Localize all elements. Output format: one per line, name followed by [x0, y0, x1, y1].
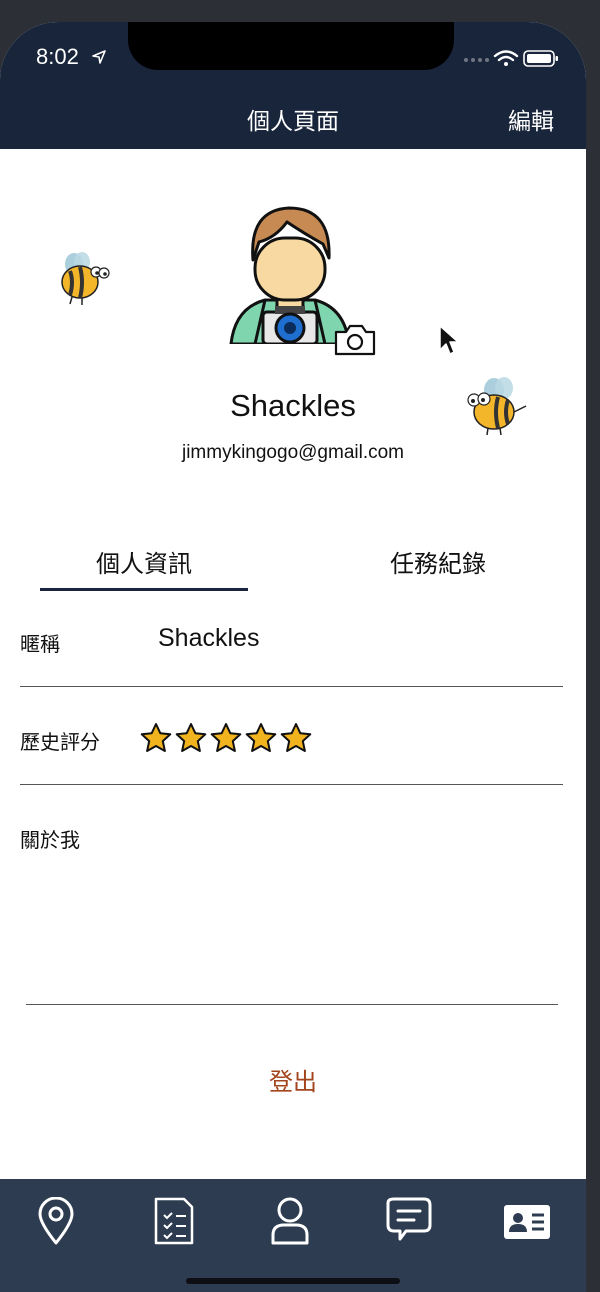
nav-header: 8:02 個人頁面 編輯: [0, 22, 586, 149]
location-arrow-icon: [92, 50, 106, 64]
logout-button[interactable]: 登出: [0, 1062, 586, 1097]
profile-name: Shackles: [230, 388, 356, 423]
star-icon: [210, 723, 242, 752]
bottom-tab-bar: [0, 1179, 586, 1292]
id-card-icon[interactable]: [496, 1197, 556, 1245]
divider: [20, 784, 563, 785]
chat-icon[interactable]: [378, 1197, 438, 1245]
about-me-label: 關於我: [20, 828, 80, 852]
signal-icon: [464, 58, 489, 62]
active-tab-indicator: [40, 588, 248, 591]
user-icon[interactable]: [260, 1197, 320, 1245]
wifi-icon: [493, 50, 519, 62]
star-icon: [245, 723, 277, 752]
status-indicators: [464, 50, 558, 67]
device-notch: [128, 22, 454, 70]
nickname-label: 暱稱: [20, 632, 60, 656]
battery-icon: [523, 50, 558, 67]
map-pin-icon[interactable]: [26, 1197, 86, 1245]
tab-personal-info[interactable]: 個人資訊: [40, 544, 248, 579]
nickname-value: Shackles: [158, 624, 260, 652]
edit-button[interactable]: 編輯: [508, 102, 554, 136]
star-icon: [280, 723, 312, 752]
rating-stars: [140, 722, 312, 754]
page-title: 個人頁面: [247, 109, 339, 135]
about-me-divider: [26, 1004, 558, 1005]
tab-task-history[interactable]: 任務紀錄: [334, 544, 542, 579]
rating-label: 歷史評分: [20, 730, 100, 754]
task-list-icon[interactable]: [144, 1197, 204, 1245]
screen: 8:02 個人頁面 編輯 Shackles jimmykingogo@gmail…: [0, 22, 586, 1292]
home-indicator: [186, 1278, 400, 1284]
divider: [20, 686, 563, 687]
device-frame: 8:02 個人頁面 編輯 Shackles jimmykingogo@gmail…: [0, 0, 600, 1292]
bee-icon: [61, 252, 110, 305]
mouse-cursor-icon: [439, 325, 459, 355]
star-icon: [140, 723, 172, 752]
star-icon: [175, 723, 207, 752]
status-time: 8:02: [36, 44, 79, 69]
profile-email: jimmykingogo@gmail.com: [181, 442, 405, 463]
camera-icon[interactable]: [332, 322, 378, 358]
